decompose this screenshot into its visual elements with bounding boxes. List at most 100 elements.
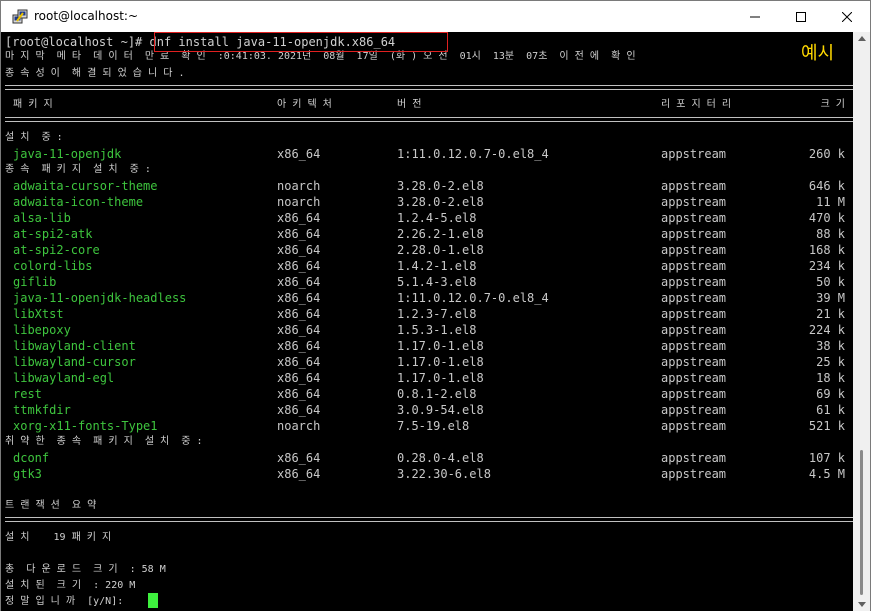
package-version: 1:11.0.12.0.7-0.el8_4 — [397, 147, 549, 161]
install-count-line: 설 치 19 패 키 지 — [5, 532, 112, 543]
package-arch: x86_64 — [277, 451, 321, 465]
package-name: ttmkfdir — [13, 403, 71, 417]
header-arch: 아 키 텍 처 — [277, 99, 332, 110]
scroll-down-icon[interactable] — [858, 602, 866, 607]
putty-icon — [12, 9, 28, 25]
package-version: 3.28.0-2.el8 — [397, 179, 484, 193]
package-version: 1.5.3-1.el8 — [397, 323, 477, 337]
confirm-prompt[interactable]: 정 말 입 니 까 [y/N]: — [5, 594, 129, 610]
package-name: libwayland-client — [13, 339, 136, 353]
terminal-output[interactable]: [root@localhost ~]# dnf install java-11-… — [1, 32, 853, 611]
package-arch: x86_64 — [277, 467, 321, 481]
package-name: colord-libs — [13, 259, 93, 273]
header-repo: 리 포 지 터 리 — [661, 99, 732, 110]
package-arch: x86_64 — [277, 323, 321, 337]
package-repo: appstream — [661, 403, 727, 417]
package-version: 1.17.0-1.el8 — [397, 355, 484, 369]
package-repo: appstream — [661, 339, 727, 353]
package-size: 234 k — [808, 259, 845, 273]
package-repo: appstream — [661, 419, 727, 433]
terminal-cursor — [148, 593, 158, 608]
package-size: 224 k — [808, 323, 845, 337]
package-version: 7.5-19.el8 — [397, 419, 470, 433]
header-package: 패 키 지 — [13, 99, 53, 110]
package-repo: appstream — [661, 211, 727, 225]
minimize-icon — [750, 16, 760, 17]
package-arch: x86_64 — [277, 403, 321, 417]
shell-prompt: [root@localhost ~]# — [5, 35, 150, 49]
separator — [5, 117, 853, 122]
package-repo: appstream — [661, 195, 727, 209]
package-version: 1.2.3-7.el8 — [397, 307, 477, 321]
download-size-line: 총 다 운 로 드 크 기 : 58 M — [5, 564, 166, 575]
package-repo: appstream — [661, 307, 727, 321]
package-version: 0.28.0-4.el8 — [397, 451, 484, 465]
package-repo: appstream — [661, 275, 727, 289]
package-size: 38 k — [816, 339, 845, 353]
package-repo: appstream — [661, 387, 727, 401]
title-bar[interactable]: root@localhost:~ — [1, 1, 870, 32]
installed-size-line: 설 치 된 크 기 : 220 M — [5, 580, 136, 591]
package-name: adwaita-icon-theme — [13, 195, 144, 209]
maximize-icon — [796, 11, 806, 22]
package-repo: appstream — [661, 259, 727, 273]
scroll-thumb[interactable] — [860, 450, 863, 595]
scroll-up-icon[interactable] — [858, 36, 866, 41]
package-version: 1.17.0-1.el8 — [397, 371, 484, 385]
package-size: 50 k — [816, 275, 845, 289]
package-repo: appstream — [661, 243, 727, 257]
package-name: libXtst — [13, 307, 64, 321]
package-arch: x86_64 — [277, 147, 321, 161]
package-repo: appstream — [661, 323, 727, 337]
package-size: 11 M — [816, 195, 845, 209]
package-arch: x86_64 — [277, 355, 321, 369]
package-version: 0.8.1-2.el8 — [397, 387, 477, 401]
package-arch: x86_64 — [277, 339, 321, 353]
package-name: gtk3 — [13, 467, 42, 481]
package-name: libepoxy — [13, 323, 71, 337]
package-arch: x86_64 — [277, 243, 321, 257]
package-arch: noarch — [277, 195, 321, 209]
package-version: 5.1.4-3.el8 — [397, 275, 477, 289]
package-name: libwayland-egl — [13, 371, 115, 385]
package-repo: appstream — [661, 179, 727, 193]
package-repo: appstream — [661, 227, 727, 241]
package-arch: x86_64 — [277, 259, 321, 273]
minimize-button[interactable] — [732, 1, 778, 32]
separator — [5, 85, 853, 90]
package-version: 3.28.0-2.el8 — [397, 195, 484, 209]
package-arch: x86_64 — [277, 227, 321, 241]
package-size: 260 k — [808, 147, 845, 161]
package-size: 25 k — [816, 355, 845, 369]
dependencies-resolved-line: 종 속 성 이 해 결 되 었 습 니 다 . — [5, 68, 185, 79]
weak-dependency-section-label: 취 약 한 종 속 패 키 지 설 치 중 : — [5, 436, 203, 447]
package-name: java-11-openjdk-headless — [13, 291, 187, 305]
package-size: 21 k — [816, 307, 845, 321]
close-button[interactable] — [824, 1, 870, 32]
package-size: 88 k — [816, 227, 845, 241]
package-name: adwaita-cursor-theme — [13, 179, 158, 193]
package-repo: appstream — [661, 291, 727, 305]
package-name: at-spi2-atk — [13, 227, 93, 241]
package-name: giflib — [13, 275, 57, 289]
package-arch: x86_64 — [277, 371, 321, 385]
example-label: 예시 — [801, 43, 835, 64]
package-arch: x86_64 — [277, 211, 321, 225]
vertical-scrollbar[interactable] — [853, 32, 870, 611]
package-arch: x86_64 — [277, 307, 321, 321]
package-name: java-11-openjdk — [13, 147, 122, 161]
package-repo: appstream — [661, 147, 727, 161]
package-version: 1.2.4-5.el8 — [397, 211, 477, 225]
dependency-section-label: 종 속 패 키 지 설 치 중 : — [5, 164, 151, 175]
package-name: xorg-x11-fonts-Type1 — [13, 419, 158, 433]
package-repo: appstream — [661, 451, 727, 465]
package-version: 3.22.30-6.el8 — [397, 467, 491, 481]
package-size: 18 k — [816, 371, 845, 385]
install-section-label: 설 치 중 : — [5, 132, 63, 143]
package-size: 521 k — [808, 419, 845, 433]
maximize-button[interactable] — [778, 1, 824, 32]
package-version: 1.17.0-1.el8 — [397, 339, 484, 353]
terminal-window: root@localhost:~ [root@localhost ~]# dnf… — [0, 0, 871, 611]
package-size: 61 k — [816, 403, 845, 417]
package-arch: x86_64 — [277, 291, 321, 305]
